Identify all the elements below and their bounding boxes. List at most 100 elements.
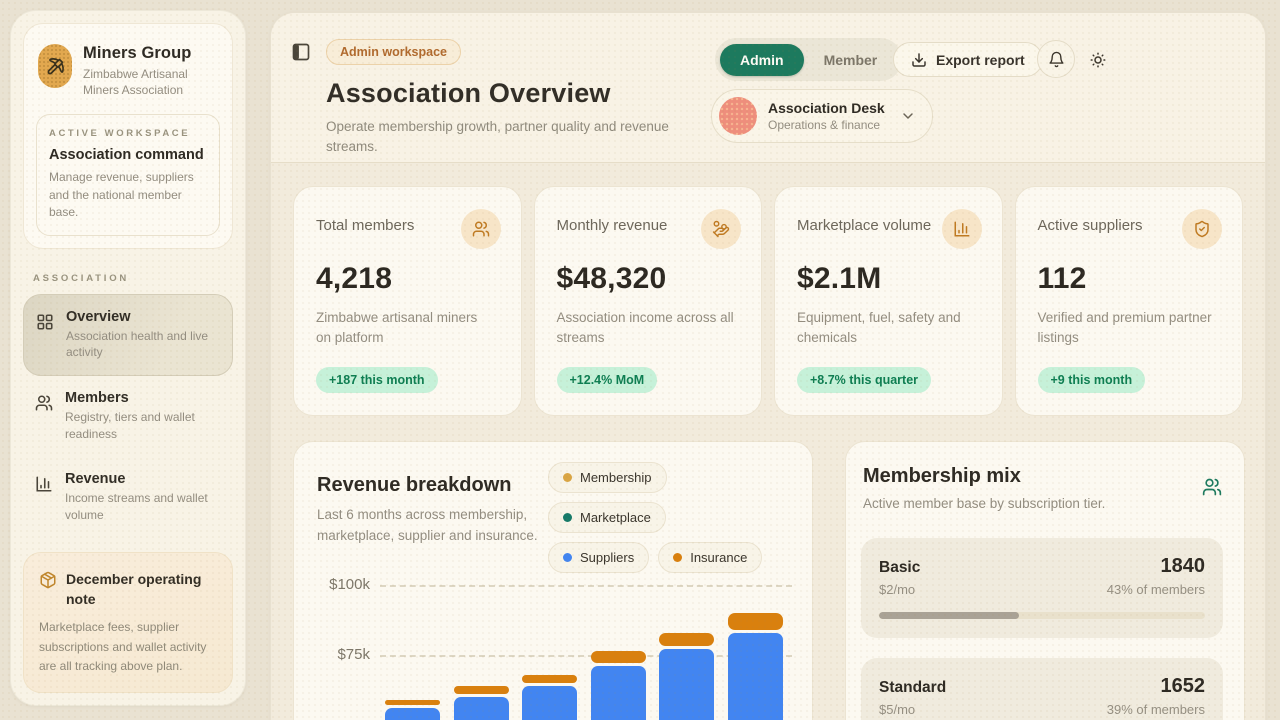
grid-icon	[36, 313, 54, 362]
role-toggle-admin[interactable]: Admin	[720, 44, 804, 76]
legend-label: Insurance	[690, 550, 747, 565]
profile-name: Association Desk	[768, 100, 885, 116]
y-tick-label: $75k	[310, 646, 370, 663]
shield-check-icon	[1182, 209, 1222, 249]
bar-chart-icon	[942, 209, 982, 249]
stat-description: Association income across all streams	[557, 308, 737, 349]
note-body: Marketplace fees, supplier subscriptions…	[39, 618, 217, 676]
legend-dot	[563, 473, 572, 482]
chart-bar-segment	[385, 700, 440, 705]
tier-price: $5/mo	[879, 702, 915, 717]
workspace-badge: Admin workspace	[326, 39, 461, 65]
users-icon	[35, 394, 53, 443]
brand-subtitle: Zimbabwe Artisanal Miners Association	[83, 66, 218, 98]
note-title: December operating note	[66, 569, 216, 610]
panel-left-icon[interactable]	[291, 42, 311, 158]
nav-item-title: Members	[65, 390, 217, 406]
chart-bar-segment	[591, 666, 646, 720]
stat-value: 4,218	[316, 262, 499, 296]
tier-price: $2/mo	[879, 582, 915, 597]
bar-chart-icon	[35, 475, 53, 524]
legend-pill-insurance[interactable]: Insurance	[658, 542, 762, 573]
stat-description: Verified and premium partner listings	[1038, 308, 1218, 349]
brand-card: Miners Group Zimbabwe Artisanal Miners A…	[23, 23, 233, 249]
sidebar-item-overview[interactable]: Overview Association health and live act…	[23, 294, 233, 377]
chart-bar-segment	[659, 649, 714, 720]
workspace-label: ACTIVE WORKSPACE	[49, 128, 207, 139]
tier-name: Standard	[879, 679, 946, 697]
tier-progress-track	[879, 612, 1205, 619]
theme-toggle-button[interactable]	[1089, 51, 1107, 69]
tier-progress-fill	[879, 612, 1019, 619]
hand-coins-icon	[701, 209, 741, 249]
users-icon	[1202, 477, 1222, 497]
export-report-label: Export report	[936, 52, 1025, 68]
sidebar-section-label: ASSOCIATION	[33, 273, 233, 284]
profile-menu[interactable]: Association Desk Operations & finance	[711, 89, 933, 143]
tier-count: 1652	[1161, 675, 1206, 698]
stat-trend-badge: +8.7% this quarter	[797, 367, 931, 393]
stat-description: Zimbabwe artisanal miners on platform	[316, 308, 496, 349]
role-toggle: Admin Member	[715, 38, 902, 81]
chevron-down-icon	[900, 108, 916, 124]
chart-bar-segment	[659, 633, 714, 647]
main-panel: Admin workspace Association Overview Ope…	[270, 12, 1266, 720]
chart-bar-segment	[728, 633, 783, 720]
stat-card-marketplace-volume: Marketplace volume $2.1M Equipment, fuel…	[774, 186, 1003, 416]
tier-row-basic: Basic 1840 $2/mo 43% of members	[861, 538, 1223, 638]
chart-legend: Membership Marketplace Suppliers Insuran…	[548, 462, 776, 573]
revenue-card-title: Revenue breakdown	[317, 474, 512, 497]
nav-item-subtitle: Association health and live activity	[66, 328, 218, 362]
topbar: Admin workspace Association Overview Ope…	[271, 13, 1265, 163]
export-report-button[interactable]: Export report	[893, 42, 1043, 77]
tier-list: Basic 1840 $2/mo 43% of members	[861, 538, 1223, 720]
operating-note-card: December operating note Marketplace fees…	[23, 552, 233, 693]
workspace-title: Association command	[49, 147, 207, 163]
stat-value: 112	[1038, 262, 1221, 296]
sun-icon	[1089, 51, 1107, 69]
legend-pill-membership[interactable]: Membership	[548, 462, 667, 493]
y-tick-label: $100k	[310, 576, 370, 593]
stat-card-total-members: Total members 4,218 Zimbabwe artisanal m…	[293, 186, 522, 416]
legend-pill-suppliers[interactable]: Suppliers	[548, 542, 649, 573]
sidebar-item-revenue[interactable]: Revenue Income streams and wallet volume	[23, 457, 233, 538]
stat-trend-badge: +9 this month	[1038, 367, 1146, 393]
stat-value: $48,320	[557, 262, 740, 296]
avatar	[719, 97, 757, 135]
legend-dot	[563, 513, 572, 522]
chart-bar-segment	[591, 651, 646, 663]
legend-label: Marketplace	[580, 510, 651, 525]
active-workspace-card: ACTIVE WORKSPACE Association command Man…	[36, 114, 220, 235]
legend-pill-marketplace[interactable]: Marketplace	[548, 502, 666, 533]
nav-item-subtitle: Income streams and wallet volume	[65, 490, 217, 524]
notifications-button[interactable]	[1037, 40, 1075, 78]
tier-row-standard: Standard 1652 $5/mo 39% of members	[861, 658, 1223, 720]
page-subtitle: Operate membership growth, partner quali…	[326, 117, 696, 158]
tier-share: 43% of members	[1107, 582, 1205, 597]
chart-bar-segment	[522, 686, 577, 720]
stat-card-monthly-revenue: Monthly revenue $48,320 Association inco…	[534, 186, 763, 416]
stat-trend-badge: +12.4% MoM	[557, 367, 658, 393]
role-toggle-member[interactable]: Member	[804, 44, 898, 76]
chart-bar-segment	[728, 613, 783, 630]
chart-bar-segment	[522, 675, 577, 683]
stats-row: Total members 4,218 Zimbabwe artisanal m…	[293, 186, 1243, 416]
sidebar: Miners Group Zimbabwe Artisanal Miners A…	[10, 10, 246, 706]
download-icon	[911, 52, 927, 68]
nav-item-title: Overview	[66, 309, 218, 325]
membership-mix-card: Membership mix Active member base by sub…	[845, 441, 1245, 720]
users-icon	[461, 209, 501, 249]
membership-mix-subtitle: Active member base by subscription tier.	[863, 496, 1105, 511]
tier-name: Basic	[879, 559, 920, 577]
chart-bar-segment	[454, 697, 509, 720]
stat-description: Equipment, fuel, safety and chemicals	[797, 308, 977, 349]
pickaxe-logo-icon	[38, 44, 72, 88]
sidebar-item-members[interactable]: Members Registry, tiers and wallet readi…	[23, 376, 233, 457]
workspace-description: Manage revenue, suppliers and the nation…	[49, 169, 207, 221]
stat-value: $2.1M	[797, 262, 980, 296]
revenue-card-subtitle: Last 6 months across membership, marketp…	[317, 505, 579, 547]
chart-bar-segment	[385, 708, 440, 720]
tier-share: 39% of members	[1107, 702, 1205, 717]
gridline	[380, 585, 792, 587]
nav-item-subtitle: Registry, tiers and wallet readiness	[65, 409, 217, 443]
